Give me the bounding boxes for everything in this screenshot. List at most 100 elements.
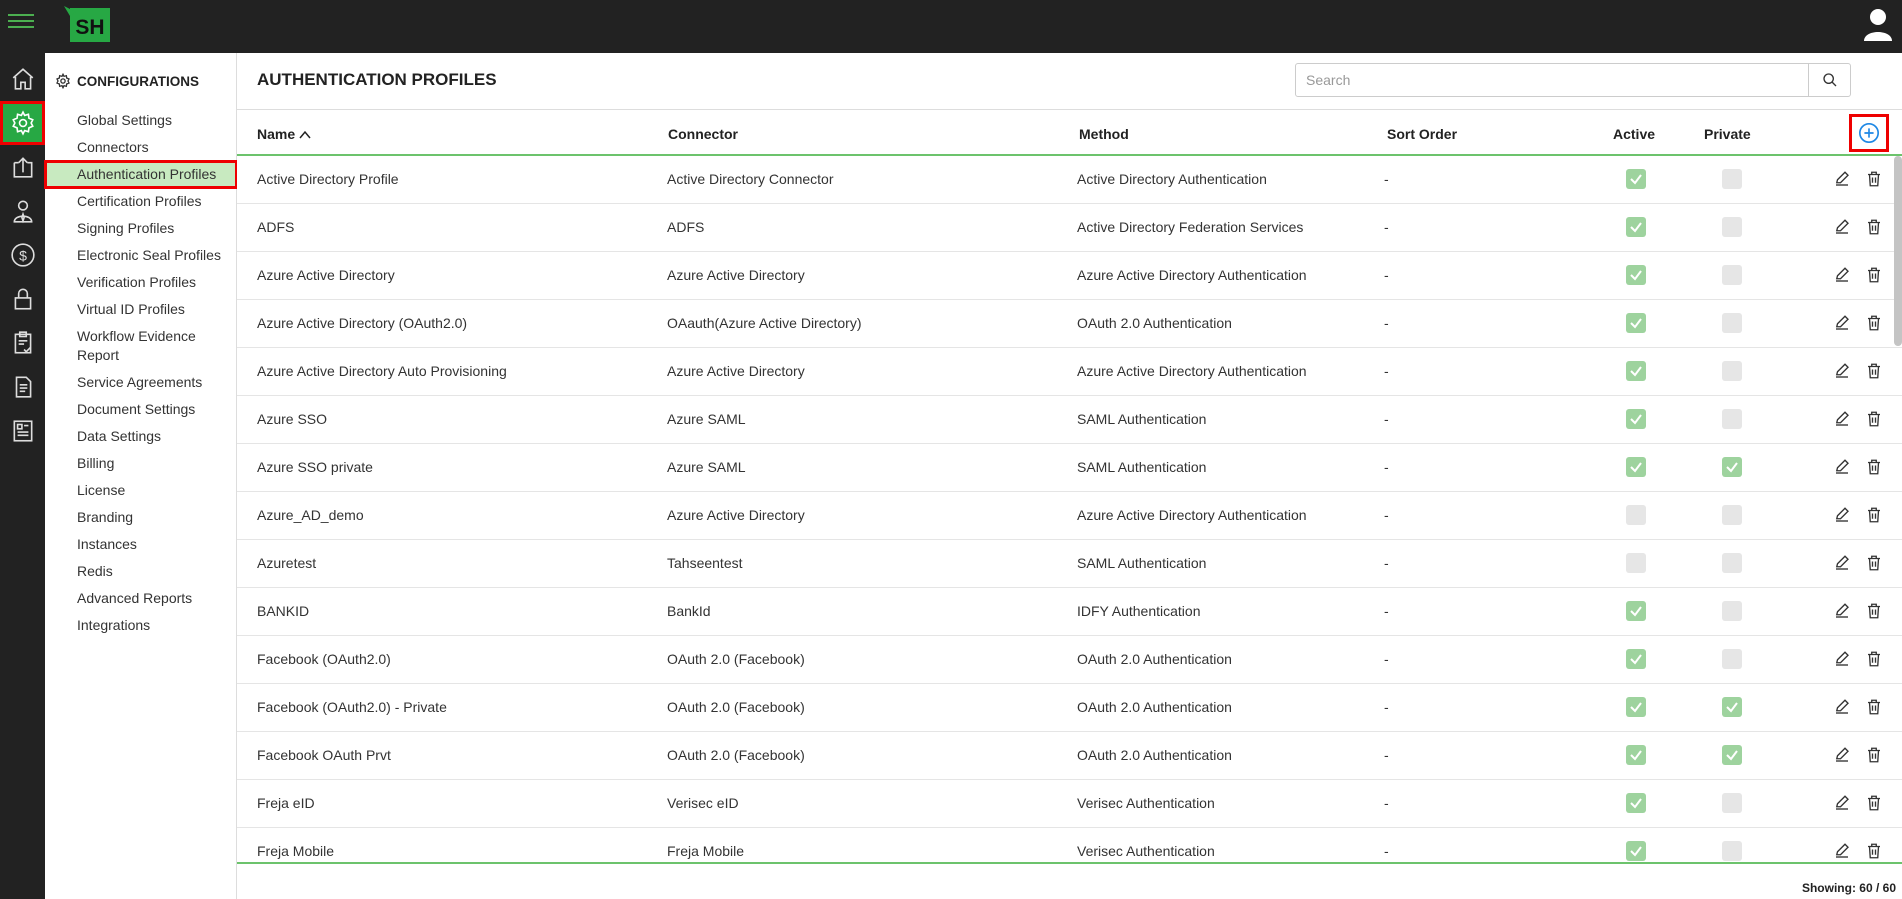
hamburger-menu-icon[interactable] bbox=[8, 14, 34, 38]
active-checkbox[interactable] bbox=[1626, 409, 1646, 429]
table-row[interactable]: Azure SSO Azure SAML SAML Authentication - bbox=[237, 396, 1902, 444]
lock-icon[interactable] bbox=[0, 277, 45, 321]
active-checkbox[interactable] bbox=[1626, 553, 1646, 573]
trash-icon[interactable] bbox=[1864, 793, 1884, 813]
column-header-sort-order[interactable]: Sort Order bbox=[1387, 126, 1457, 142]
trash-icon[interactable] bbox=[1864, 169, 1884, 189]
table-row[interactable]: Active Directory Profile Active Directory… bbox=[237, 156, 1902, 204]
edit-icon[interactable] bbox=[1832, 361, 1852, 381]
menu-item-redis[interactable]: Redis bbox=[45, 558, 237, 585]
report-icon[interactable] bbox=[0, 409, 45, 453]
table-row[interactable]: Azure Active Directory Auto Provisioning… bbox=[237, 348, 1902, 396]
trash-icon[interactable] bbox=[1864, 505, 1884, 525]
private-checkbox[interactable] bbox=[1722, 649, 1742, 669]
menu-item-service-agreements[interactable]: Service Agreements bbox=[45, 369, 237, 396]
trash-icon[interactable] bbox=[1864, 745, 1884, 765]
active-checkbox[interactable] bbox=[1626, 313, 1646, 333]
column-header-private[interactable]: Private bbox=[1704, 126, 1751, 142]
edit-icon[interactable] bbox=[1832, 697, 1852, 717]
edit-icon[interactable] bbox=[1832, 217, 1852, 237]
add-profile-button[interactable] bbox=[1849, 114, 1889, 152]
menu-item-advanced-reports[interactable]: Advanced Reports bbox=[45, 585, 237, 612]
table-row[interactable]: Freja Mobile Freja Mobile Verisec Authenti… bbox=[237, 828, 1902, 862]
menu-item-data-settings[interactable]: Data Settings bbox=[45, 423, 237, 450]
private-checkbox[interactable] bbox=[1722, 265, 1742, 285]
private-checkbox[interactable] bbox=[1722, 793, 1742, 813]
menu-item-verification-profiles[interactable]: Verification Profiles bbox=[45, 269, 237, 296]
edit-icon[interactable] bbox=[1832, 649, 1852, 669]
private-checkbox[interactable] bbox=[1722, 217, 1742, 237]
gear-icon[interactable] bbox=[0, 101, 45, 145]
active-checkbox[interactable] bbox=[1626, 217, 1646, 237]
menu-item-workflow-evidence-report[interactable]: Workflow Evidence Report bbox=[45, 323, 237, 369]
column-header-connector[interactable]: Connector bbox=[668, 126, 738, 142]
private-checkbox[interactable] bbox=[1722, 409, 1742, 429]
trash-icon[interactable] bbox=[1864, 649, 1884, 669]
trash-icon[interactable] bbox=[1864, 217, 1884, 237]
active-checkbox[interactable] bbox=[1626, 457, 1646, 477]
trash-icon[interactable] bbox=[1864, 361, 1884, 381]
private-checkbox[interactable] bbox=[1722, 841, 1742, 861]
active-checkbox[interactable] bbox=[1626, 361, 1646, 381]
table-row[interactable]: Azuretest Tahseentest SAML Authentication - bbox=[237, 540, 1902, 588]
menu-item-certification-profiles[interactable]: Certification Profiles bbox=[45, 188, 237, 215]
trash-icon[interactable] bbox=[1864, 601, 1884, 621]
active-checkbox[interactable] bbox=[1626, 169, 1646, 189]
user-tie-icon[interactable] bbox=[0, 189, 45, 233]
table-row[interactable]: BANKID BankId IDFY Authentication - bbox=[237, 588, 1902, 636]
active-checkbox[interactable] bbox=[1626, 841, 1646, 861]
menu-item-connectors[interactable]: Connectors bbox=[45, 134, 237, 161]
active-checkbox[interactable] bbox=[1626, 649, 1646, 669]
menu-item-billing[interactable]: Billing bbox=[45, 450, 237, 477]
trash-icon[interactable] bbox=[1864, 457, 1884, 477]
menu-item-integrations[interactable]: Integrations bbox=[45, 612, 237, 639]
table-scrollbar[interactable] bbox=[1894, 156, 1902, 346]
table-row[interactable]: Azure_AD_demo Azure Active Directory Azure… bbox=[237, 492, 1902, 540]
edit-icon[interactable] bbox=[1832, 745, 1852, 765]
table-row[interactable]: Freja eID Verisec eID Verisec Authenticati… bbox=[237, 780, 1902, 828]
active-checkbox[interactable] bbox=[1626, 697, 1646, 717]
table-row[interactable]: Facebook OAuth Prvt OAuth 2.0 (Facebook) O… bbox=[237, 732, 1902, 780]
upload-icon[interactable] bbox=[0, 145, 45, 189]
trash-icon[interactable] bbox=[1864, 553, 1884, 573]
menu-item-electronic-seal-profiles[interactable]: Electronic Seal Profiles bbox=[45, 242, 237, 269]
user-avatar-icon[interactable] bbox=[1862, 7, 1894, 43]
private-checkbox[interactable] bbox=[1722, 169, 1742, 189]
column-header-name[interactable]: Name bbox=[257, 126, 311, 142]
private-checkbox[interactable] bbox=[1722, 505, 1742, 525]
edit-icon[interactable] bbox=[1832, 553, 1852, 573]
edit-icon[interactable] bbox=[1832, 457, 1852, 477]
edit-icon[interactable] bbox=[1832, 313, 1852, 333]
active-checkbox[interactable] bbox=[1626, 745, 1646, 765]
table-row[interactable]: ADFS ADFS Active Directory Federation Serv… bbox=[237, 204, 1902, 252]
private-checkbox[interactable] bbox=[1722, 361, 1742, 381]
search-button[interactable] bbox=[1808, 64, 1850, 96]
app-logo[interactable]: SH bbox=[64, 6, 114, 46]
edit-icon[interactable] bbox=[1832, 601, 1852, 621]
search-input[interactable] bbox=[1296, 64, 1808, 96]
table-row[interactable]: Azure Active Directory (OAuth2.0) OAauth(… bbox=[237, 300, 1902, 348]
table-row[interactable]: Azure SSO private Azure SAML SAML Authenti… bbox=[237, 444, 1902, 492]
home-icon[interactable] bbox=[0, 57, 45, 101]
table-row[interactable]: Facebook (OAuth2.0) - Private OAuth 2.0 (… bbox=[237, 684, 1902, 732]
active-checkbox[interactable] bbox=[1626, 505, 1646, 525]
menu-item-document-settings[interactable]: Document Settings bbox=[45, 396, 237, 423]
edit-icon[interactable] bbox=[1832, 169, 1852, 189]
private-checkbox[interactable] bbox=[1722, 745, 1742, 765]
trash-icon[interactable] bbox=[1864, 265, 1884, 285]
column-header-method[interactable]: Method bbox=[1079, 126, 1129, 142]
edit-icon[interactable] bbox=[1832, 409, 1852, 429]
menu-item-license[interactable]: License bbox=[45, 477, 237, 504]
edit-icon[interactable] bbox=[1832, 265, 1852, 285]
clipboard-check-icon[interactable] bbox=[0, 321, 45, 365]
active-checkbox[interactable] bbox=[1626, 265, 1646, 285]
column-header-active[interactable]: Active bbox=[1613, 126, 1655, 142]
table-row[interactable]: Facebook (OAuth2.0) OAuth 2.0 (Facebook) O… bbox=[237, 636, 1902, 684]
trash-icon[interactable] bbox=[1864, 697, 1884, 717]
active-checkbox[interactable] bbox=[1626, 601, 1646, 621]
dollar-icon[interactable]: $ bbox=[0, 233, 45, 277]
edit-icon[interactable] bbox=[1832, 505, 1852, 525]
document-icon[interactable] bbox=[0, 365, 45, 409]
menu-item-virtual-id-profiles[interactable]: Virtual ID Profiles bbox=[45, 296, 237, 323]
menu-item-signing-profiles[interactable]: Signing Profiles bbox=[45, 215, 237, 242]
